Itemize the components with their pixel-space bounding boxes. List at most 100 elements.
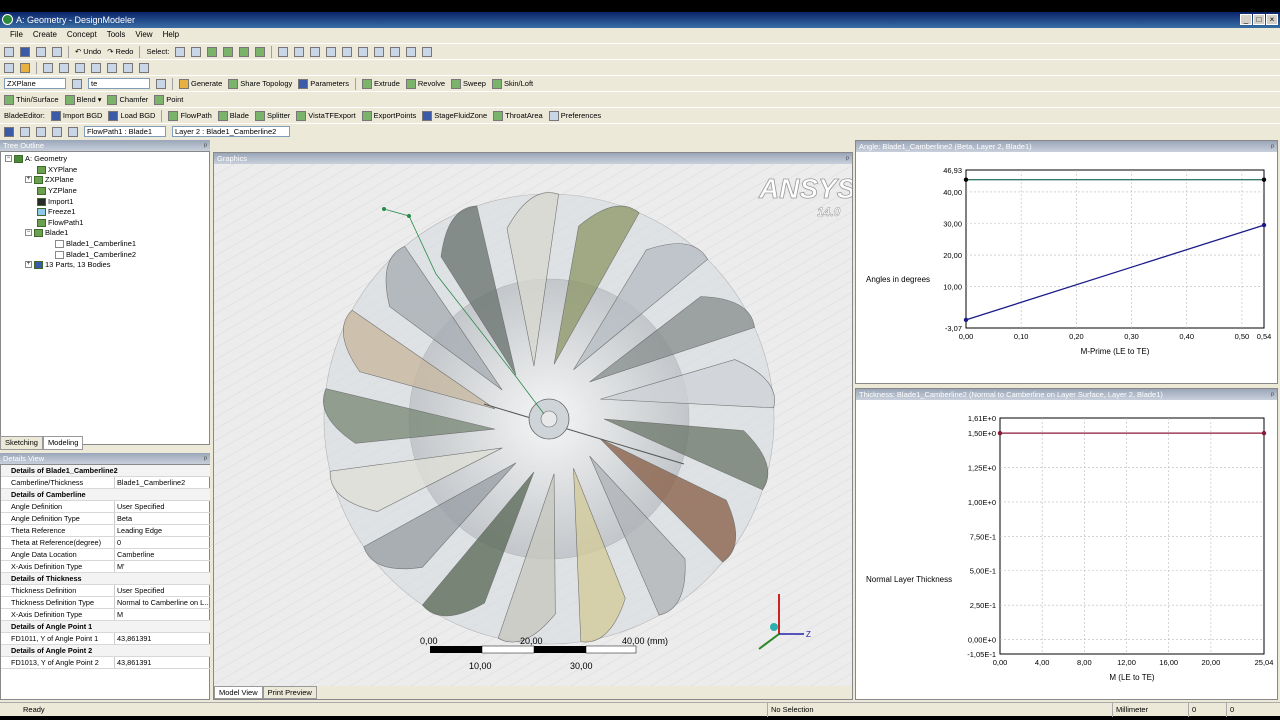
plane-icon[interactable] xyxy=(72,78,82,89)
graphics-viewport[interactable]: ANSYS 14.0 Z 0,00 20,00 40,00 (mm) 10,00… xyxy=(214,164,852,686)
details-row[interactable]: Thickness Definition User Specified xyxy=(1,585,210,597)
sketch-tool-4-icon[interactable] xyxy=(91,62,101,73)
select-body-icon[interactable] xyxy=(255,46,266,57)
sketch-tool-2-icon[interactable] xyxy=(59,62,69,73)
menu-concept[interactable]: Concept xyxy=(67,28,97,42)
details-value[interactable]: User Specified xyxy=(117,585,209,596)
tree-node-camberline2[interactable]: Blade1_Camberline2 xyxy=(55,250,136,259)
menu-file[interactable]: File xyxy=(10,28,23,42)
menu-tools[interactable]: Tools xyxy=(107,28,126,42)
menu-view[interactable]: View xyxy=(135,28,152,42)
tree-node-freeze1[interactable]: Freeze1 xyxy=(37,207,76,216)
chamfer-button[interactable]: Chamfer xyxy=(107,94,148,105)
pan-icon[interactable] xyxy=(294,46,305,57)
details-value[interactable]: 43,861391 xyxy=(117,657,209,668)
details-value[interactable]: 43,861391 xyxy=(117,633,209,644)
details-value[interactable]: M xyxy=(117,609,209,620)
sketch-tool-7-icon[interactable] xyxy=(139,62,149,73)
menu-help[interactable]: Help xyxy=(163,28,179,42)
details-row[interactable]: X-Axis Definition Type M' xyxy=(1,561,210,573)
details-value[interactable]: User Specified xyxy=(117,501,209,512)
model-view[interactable]: ANSYS 14.0 Z xyxy=(214,164,852,686)
details-row[interactable]: Thickness Definition Type Normal to Cambe… xyxy=(1,597,210,609)
point-button[interactable]: Point xyxy=(154,94,183,105)
sketch-icon[interactable] xyxy=(156,78,166,89)
select-point-icon[interactable] xyxy=(207,46,218,57)
export-icon[interactable] xyxy=(36,46,46,57)
extrude-button[interactable]: Extrude xyxy=(362,78,400,89)
revolve-button[interactable]: Revolve xyxy=(405,78,445,89)
minimize-button[interactable]: _ xyxy=(1240,14,1252,25)
pin-icon[interactable]: ᵖ xyxy=(846,153,849,164)
sketch-tool-1-icon[interactable] xyxy=(43,62,53,73)
tree-node-parts[interactable]: +13 Parts, 13 Bodies xyxy=(25,260,110,269)
details-value[interactable]: Blade1_Camberline2 xyxy=(117,477,209,488)
details-row[interactable]: FD1011, Y of Angle Point 1 43,861391 xyxy=(1,633,210,645)
details-value[interactable]: Normal to Camberline on L... xyxy=(117,597,209,608)
magnifier-icon[interactable] xyxy=(358,46,369,57)
layer-tool-1-icon[interactable] xyxy=(4,126,14,137)
import-bgd-button[interactable]: Import BGD xyxy=(50,110,102,121)
layer-tool-4-icon[interactable] xyxy=(52,126,62,137)
tree-node-import1[interactable]: Import1 xyxy=(37,197,73,206)
save-icon[interactable] xyxy=(20,46,30,57)
close-button[interactable]: × xyxy=(1266,14,1278,25)
tree-node-flowpath1[interactable]: FlowPath1 xyxy=(37,218,83,227)
sketch-tool-6-icon[interactable] xyxy=(123,62,133,73)
export-points-button[interactable]: ExportPoints xyxy=(361,110,416,121)
select-face-icon[interactable] xyxy=(239,46,250,57)
stage-fluid-zone-button[interactable]: StageFluidZone xyxy=(422,110,487,121)
tab-print-preview[interactable]: Print Preview xyxy=(262,686,317,699)
new-plane-icon[interactable] xyxy=(4,62,14,73)
view-icon[interactable] xyxy=(390,46,401,57)
details-value[interactable]: Camberline xyxy=(117,549,209,560)
details-row[interactable]: FD1013, Y of Angle Point 2 43,861391 xyxy=(1,657,210,669)
new-sketch-icon[interactable] xyxy=(20,62,30,73)
pin-icon[interactable]: ᵖ xyxy=(1271,389,1274,400)
details-row[interactable]: X-Axis Definition Type M xyxy=(1,609,210,621)
tab-modeling[interactable]: Modeling xyxy=(42,436,84,450)
sweep-button[interactable]: Sweep xyxy=(451,78,486,89)
preferences-button[interactable]: Preferences xyxy=(548,110,601,121)
details-row[interactable]: Theta Reference Leading Edge xyxy=(1,525,210,537)
flowpath-button[interactable]: FlowPath xyxy=(168,110,212,121)
tab-sketching[interactable]: Sketching xyxy=(0,436,43,450)
sketch-tool-3-icon[interactable] xyxy=(75,62,85,73)
screenshot-icon[interactable] xyxy=(52,46,62,57)
parameters-button[interactable]: Parameters xyxy=(298,78,349,89)
sketch-tool-5-icon[interactable] xyxy=(107,62,117,73)
select-mode-icon[interactable] xyxy=(175,46,186,57)
blend-button[interactable]: Blend ▾ xyxy=(64,94,101,105)
triad-icon[interactable] xyxy=(406,46,417,57)
tree-node-geometry[interactable]: − A: Geometry xyxy=(5,154,67,163)
angle-chart[interactable]: 0,00 0,10 0,20 0,30 0,40 0,50 0,54 -3,07 10,00 20… xyxy=(856,152,1277,383)
select-filter-icon[interactable] xyxy=(191,46,202,57)
load-bgd-button[interactable]: Load BGD xyxy=(108,110,155,121)
share-topology-button[interactable]: Share Topology xyxy=(228,78,292,89)
details-row[interactable]: Theta at Reference(degree) 0 xyxy=(1,537,210,549)
throat-area-button[interactable]: ThroatArea xyxy=(493,110,543,121)
maximize-button[interactable]: □ xyxy=(1253,14,1265,25)
undo-button[interactable]: ↶ Undo xyxy=(75,47,101,56)
pin-icon[interactable]: ᵖ xyxy=(204,453,207,464)
zoom-icon[interactable] xyxy=(310,46,321,57)
layer-tool-3-icon[interactable] xyxy=(36,126,46,137)
tree-node-xyplane[interactable]: XYPlane xyxy=(37,165,77,174)
zoom-fit-icon[interactable] xyxy=(342,46,353,57)
pin-icon[interactable]: ᵖ xyxy=(204,140,207,151)
details-value[interactable]: Beta xyxy=(117,513,209,524)
details-row[interactable]: Camberline/Thickness Blade1_Camberline2 xyxy=(1,477,210,489)
details-value[interactable]: 0 xyxy=(117,537,209,548)
tree-node-blade1[interactable]: − Blade1 xyxy=(25,228,68,237)
flowpath-select[interactable]: FlowPath1 : Blade1 xyxy=(84,126,166,137)
rotate-icon[interactable] xyxy=(278,46,289,57)
skin-loft-button[interactable]: Skin/Loft xyxy=(491,78,533,89)
layer-tool-2-icon[interactable] xyxy=(20,126,30,137)
layer-select[interactable]: Layer 2 : Blade1_Camberline2 xyxy=(172,126,290,137)
menu-create[interactable]: Create xyxy=(33,28,57,42)
tab-model-view[interactable]: Model View xyxy=(214,686,263,699)
details-row[interactable]: Angle Definition Type Beta xyxy=(1,513,210,525)
select-edge-icon[interactable] xyxy=(223,46,234,57)
plane-select[interactable]: ZXPlane xyxy=(4,78,66,89)
splitter-button[interactable]: Splitter xyxy=(254,110,290,121)
